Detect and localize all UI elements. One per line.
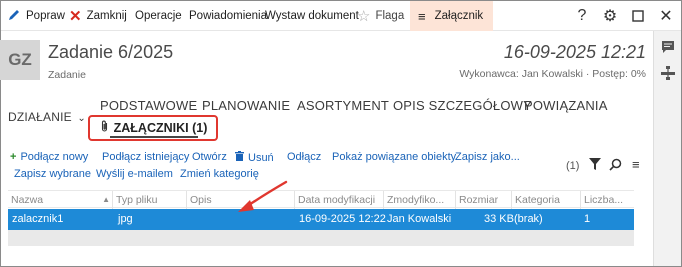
- close-icon[interactable]: ✕: [653, 1, 679, 31]
- podlacz-istniejacy-button[interactable]: Podłącz istniejący: [102, 151, 189, 163]
- otworz-button[interactable]: Otwórz: [192, 151, 227, 163]
- flaga-button[interactable]: ☆ Flaga: [357, 1, 404, 31]
- pencil-icon: [7, 8, 21, 24]
- cell-nazwa: zalacznik1: [12, 213, 64, 225]
- toolbar: Popraw ✕ Zamknij Operacje Powiadomienia …: [1, 1, 681, 31]
- help-icon[interactable]: ?: [569, 1, 595, 31]
- tab-planowanie[interactable]: PLANOWANIE: [202, 98, 290, 113]
- column-header-zmodyfikowal[interactable]: Zmodyfiko...: [383, 191, 455, 209]
- record-count: (1): [566, 160, 580, 172]
- column-header-nazwa[interactable]: Nazwa ▲: [8, 191, 112, 209]
- tab-opis-szczegolowy[interactable]: OPIS SZCZEGÓŁOWY: [393, 98, 532, 113]
- podlacz-nowy-button[interactable]: + Podłącz nowy: [10, 151, 88, 163]
- gear-icon[interactable]: ⚙: [597, 1, 623, 31]
- zamknij-button[interactable]: ✕ Zamknij: [69, 1, 127, 31]
- comment-icon[interactable]: [660, 39, 676, 55]
- filter-icon[interactable]: [589, 158, 601, 174]
- avatar: GZ: [0, 40, 40, 80]
- paperclip-icon: [99, 120, 110, 136]
- cell-data: 16-09-2025 12:22: [299, 213, 386, 225]
- cell-typ: jpg: [118, 213, 133, 225]
- cell-rozmiar: 33 KB: [484, 213, 514, 225]
- column-header-liczba[interactable]: Liczba...: [580, 191, 634, 209]
- grid-empty-area: [8, 230, 634, 246]
- column-header-rozmiar[interactable]: Rozmiar: [455, 191, 511, 209]
- column-header-opis[interactable]: Opis: [186, 191, 294, 209]
- zapisz-wybrane-button[interactable]: Zapisz wybrane: [14, 168, 91, 180]
- zapisz-jako-button[interactable]: Zapisz jako...: [455, 151, 520, 163]
- grid-header: Nazwa ▲ Typ pliku Opis Data modyfikacji …: [8, 190, 634, 209]
- maximize-icon[interactable]: [625, 1, 651, 31]
- odlacz-button[interactable]: Odłącz: [287, 151, 321, 163]
- menu-icon[interactable]: ≡: [632, 157, 640, 172]
- wystaw-dokument-button[interactable]: Wystaw dokument: [265, 1, 359, 31]
- cell-zmodyfikowal: Jan Kowalski: [387, 213, 452, 225]
- column-header-data-modyfikacji[interactable]: Data modyfikacji: [294, 191, 383, 209]
- search-icon[interactable]: [609, 158, 622, 174]
- chevron-down-icon: ⌄: [77, 113, 86, 124]
- side-panel: [653, 31, 681, 266]
- column-header-typ-pliku[interactable]: Typ pliku: [112, 191, 186, 209]
- plus-icon: +: [10, 151, 17, 163]
- column-header-kategoria[interactable]: Kategoria: [511, 191, 580, 209]
- close-x-icon: ✕: [69, 7, 82, 25]
- operacje-button[interactable]: Operacje: [135, 1, 182, 31]
- popraw-button[interactable]: Popraw: [7, 1, 65, 31]
- wyslij-emailem-button[interactable]: Wyślij e-mailem: [96, 168, 173, 180]
- trash-icon: [235, 151, 244, 164]
- zalacznik-button[interactable]: ≡ Załącznik: [410, 1, 494, 31]
- tab-powiazania[interactable]: POWIĄZANIA: [524, 98, 608, 113]
- menu-icon: ≡: [418, 8, 426, 24]
- star-icon: ☆: [357, 7, 371, 25]
- tab-dzialanie[interactable]: DZIAŁANIE ⌄: [8, 110, 86, 124]
- page-title: Zadanie 6/2025: [48, 42, 174, 62]
- assignee-progress: Wykonawca: Jan Kowalski · Postęp: 0%: [459, 68, 646, 80]
- hierarchy-icon[interactable]: [660, 65, 676, 81]
- tab-podstawowe[interactable]: PODSTAWOWE: [100, 98, 197, 113]
- cell-liczba: 1: [584, 213, 591, 225]
- zmien-kategorie-button[interactable]: Zmień kategorię: [180, 168, 259, 180]
- pokaz-powiazane-button[interactable]: Pokaż powiązane obiekty: [332, 151, 456, 163]
- usun-button[interactable]: Usuń: [235, 151, 274, 164]
- cell-kategoria: (brak): [514, 213, 543, 225]
- cell-opis: [188, 209, 192, 230]
- powiadomienia-button[interactable]: Powiadomienia: [189, 1, 267, 31]
- document-datetime: 16-09-2025 12:21: [503, 42, 646, 62]
- tab-asortyment[interactable]: ASORTYMENT: [297, 98, 389, 113]
- active-tab-underline: [110, 136, 198, 138]
- sort-asc-icon: ▲: [102, 195, 110, 204]
- table-row[interactable]: zalacznik1 jpg 16-09-2025 12:22 Jan Kowa…: [8, 209, 634, 230]
- page-subtitle: Zadanie: [48, 69, 86, 81]
